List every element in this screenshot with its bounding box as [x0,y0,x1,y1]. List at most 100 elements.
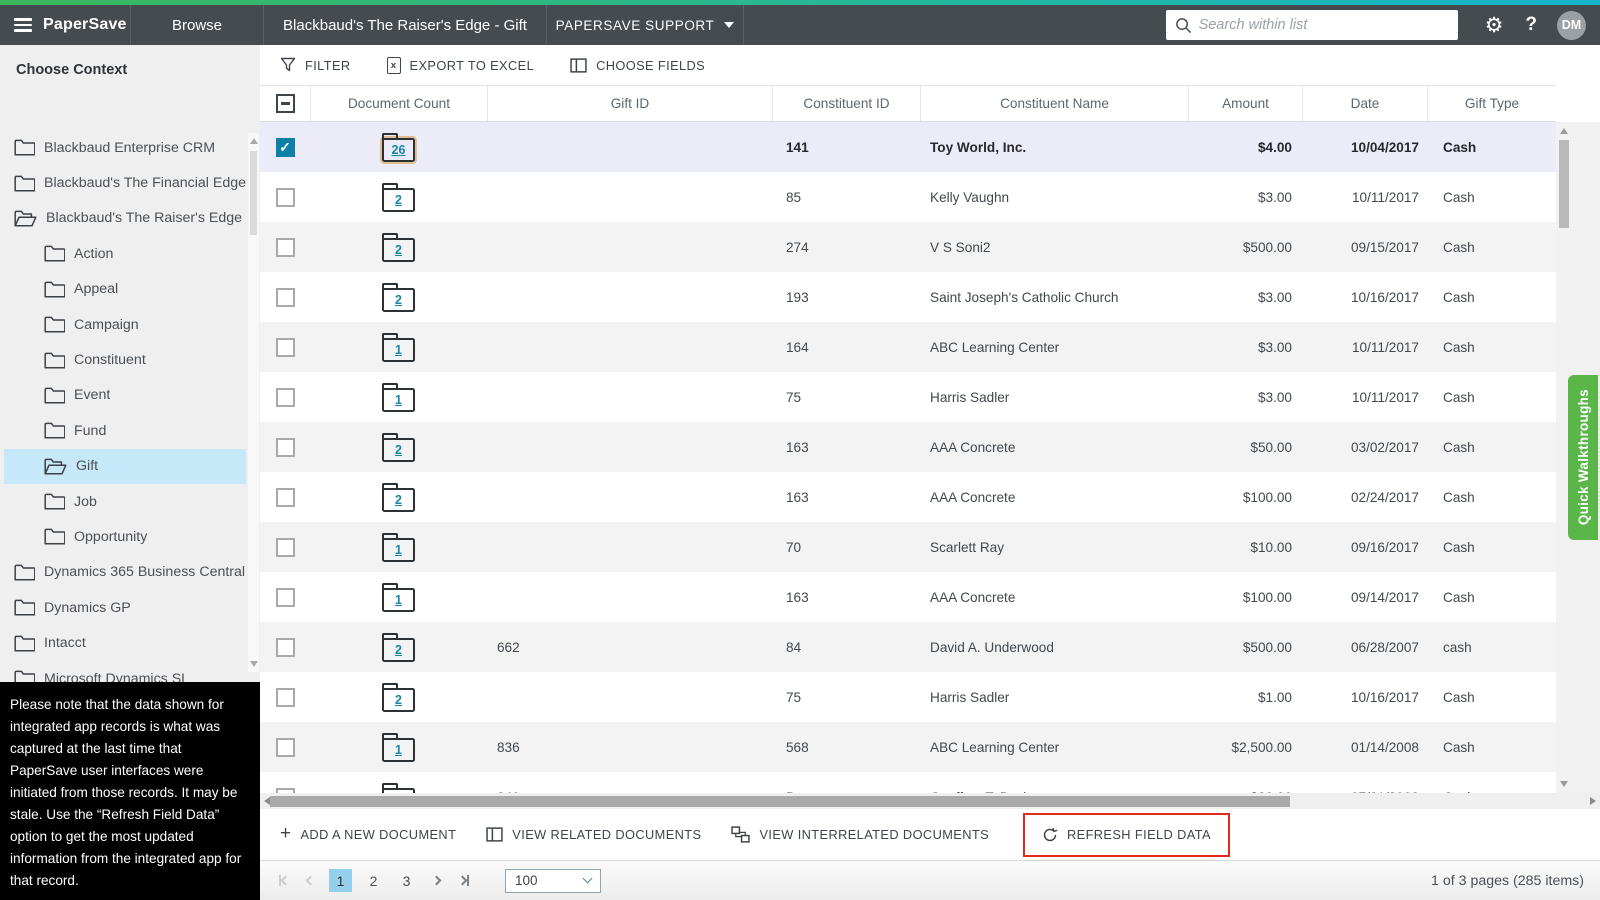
document-folder-icon[interactable]: 2 [382,182,415,212]
document-folder-icon[interactable]: 2 [382,482,415,512]
next-page-button[interactable] [423,869,450,893]
table-row[interactable]: 3 849 5 Geoffrey T. Beckner $30.00 07/01… [260,772,1556,793]
page-number-1[interactable]: 1 [329,869,352,892]
quick-walkthroughs-tab[interactable]: Quick Walkthroughs [1568,375,1598,540]
document-folder-icon[interactable]: 2 [382,682,415,712]
nav-tab-browse[interactable]: Browse [131,5,264,45]
column-header-date[interactable]: Date [1302,86,1427,121]
row-checkbox[interactable] [275,387,295,407]
choose-fields-button[interactable]: CHOOSE FIELDS [570,58,705,73]
page-size-select[interactable]: 100 [505,868,601,893]
table-row[interactable]: 2 85 Kelly Vaughn $3.00 10/11/2017 Cash [260,172,1556,222]
context-tree-item[interactable]: Event [4,378,246,413]
help-icon[interactable]: ? [1525,14,1537,36]
context-tree-item[interactable]: Campaign [4,307,246,342]
column-header-gift-id[interactable]: Gift ID [487,86,772,121]
document-count[interactable]: 1 [384,340,413,360]
refresh-field-data-button[interactable]: REFRESH FIELD DATA [1023,812,1230,857]
context-tree-item[interactable]: Blackbaud's The Raiser's Edge [4,201,246,236]
filter-button[interactable]: FILTER [280,57,351,73]
first-page-button[interactable] [270,869,297,893]
document-folder-icon[interactable]: 1 [382,532,415,562]
support-menu[interactable]: PAPERSAVE SUPPORT [547,5,744,45]
document-count[interactable]: 2 [384,290,413,310]
context-tree-item[interactable]: Fund [4,413,246,448]
context-tree-item[interactable]: Job [4,484,246,519]
table-row[interactable]: 1 164 ABC Learning Center $3.00 10/11/20… [260,322,1556,372]
sidebar-scrollbar-thumb[interactable] [250,151,257,235]
context-tree-item[interactable]: Intacct [4,625,246,660]
row-checkbox[interactable] [275,637,295,657]
table-row[interactable]: 2 163 AAA Concrete $50.00 03/02/2017 Cas… [260,422,1556,472]
row-checkbox[interactable] [275,337,295,357]
row-checkbox[interactable] [275,237,295,257]
row-checkbox[interactable] [275,287,295,307]
context-tree-item[interactable]: Opportunity [4,519,246,554]
row-checkbox[interactable] [275,537,295,557]
horizontal-scrollbar[interactable] [260,793,1600,809]
document-folder-icon[interactable]: 1 [382,732,415,762]
scroll-up-icon[interactable] [1560,128,1568,134]
context-tree-item[interactable]: Gift [4,448,246,484]
previous-page-button[interactable] [297,869,324,893]
context-tree-item[interactable]: Constituent [4,342,246,377]
vertical-scrollbar-thumb[interactable] [1559,140,1569,228]
document-folder-icon[interactable]: 26 [382,132,415,162]
menu-icon[interactable] [14,18,32,32]
table-row[interactable]: 2 163 AAA Concrete $100.00 02/24/2017 Ca… [260,472,1556,522]
column-header-document-count[interactable]: Document Count [310,86,487,121]
column-header-gift-type[interactable]: Gift Type [1427,86,1556,121]
context-tree-item[interactable]: Dynamics GP [4,590,246,625]
table-row[interactable]: 2 274 V S Soni2 $500.00 09/15/2017 Cash [260,222,1556,272]
document-count[interactable]: 26 [384,140,413,160]
row-checkbox[interactable] [275,437,295,457]
document-folder-icon[interactable]: 2 [382,282,415,312]
document-count[interactable]: 1 [384,740,413,760]
scroll-up-icon[interactable] [250,138,258,144]
settings-gear-icon[interactable]: ⚙ [1485,15,1504,36]
export-to-excel-button[interactable]: x EXPORT TO EXCEL [386,56,535,74]
document-count[interactable]: 2 [384,490,413,510]
document-folder-icon[interactable]: 2 [382,432,415,462]
context-tree-item[interactable]: Dynamics 365 Business Central [4,555,246,590]
table-row[interactable]: 1 836 568 ABC Learning Center $2,500.00 … [260,722,1556,772]
page-number-3[interactable]: 3 [395,869,418,892]
scroll-down-icon[interactable] [250,661,258,667]
document-count[interactable]: 1 [384,390,413,410]
document-folder-icon[interactable]: 1 [382,582,415,612]
column-header-constituent-id[interactable]: Constituent ID [772,86,920,121]
document-count[interactable]: 2 [384,440,413,460]
view-related-documents-button[interactable]: VIEW RELATED DOCUMENTS [486,827,701,842]
sidebar-scrollbar[interactable] [248,133,259,672]
page-number-2[interactable]: 2 [362,869,385,892]
document-count[interactable]: 2 [384,690,413,710]
row-checkbox[interactable] [275,487,295,507]
row-checkbox[interactable] [275,737,295,757]
table-row[interactable]: 2 193 Saint Joseph's Catholic Church $3.… [260,272,1556,322]
row-checkbox[interactable] [275,587,295,607]
view-interrelated-documents-button[interactable]: VIEW INTERRELATED DOCUMENTS [731,826,989,843]
select-all-checkbox[interactable] [275,94,295,113]
context-tree-item[interactable]: Action [4,236,246,271]
document-count[interactable]: 2 [384,190,413,210]
column-header-constituent-name[interactable]: Constituent Name [920,86,1188,121]
row-checkbox[interactable] [275,687,295,707]
context-tree-item[interactable]: Blackbaud's The Financial Edge [4,165,246,200]
document-folder-icon[interactable]: 1 [382,332,415,362]
search-input[interactable] [1198,17,1449,33]
last-page-button[interactable] [450,869,477,893]
table-row[interactable]: 1 75 Harris Sadler $3.00 10/11/2017 Cash [260,372,1556,422]
add-new-document-button[interactable]: + ADD A NEW DOCUMENT [280,824,456,843]
context-tree-item[interactable]: Blackbaud Enterprise CRM [4,130,246,165]
search-box[interactable] [1165,10,1458,40]
scroll-right-icon[interactable] [1590,797,1596,805]
row-checkbox[interactable] [275,137,295,157]
context-tree-item[interactable]: Appeal [4,272,246,307]
table-row[interactable]: 1 163 AAA Concrete $100.00 09/14/2017 Ca… [260,572,1556,622]
table-row[interactable]: 26 141 Toy World, Inc. $4.00 10/04/2017 … [260,122,1556,172]
table-row[interactable]: 2 662 84 David A. Underwood $500.00 06/2… [260,622,1556,672]
scroll-down-icon[interactable] [1560,781,1568,787]
document-count[interactable]: 1 [384,540,413,560]
document-folder-icon[interactable]: 1 [382,382,415,412]
document-folder-icon[interactable]: 2 [382,232,415,262]
